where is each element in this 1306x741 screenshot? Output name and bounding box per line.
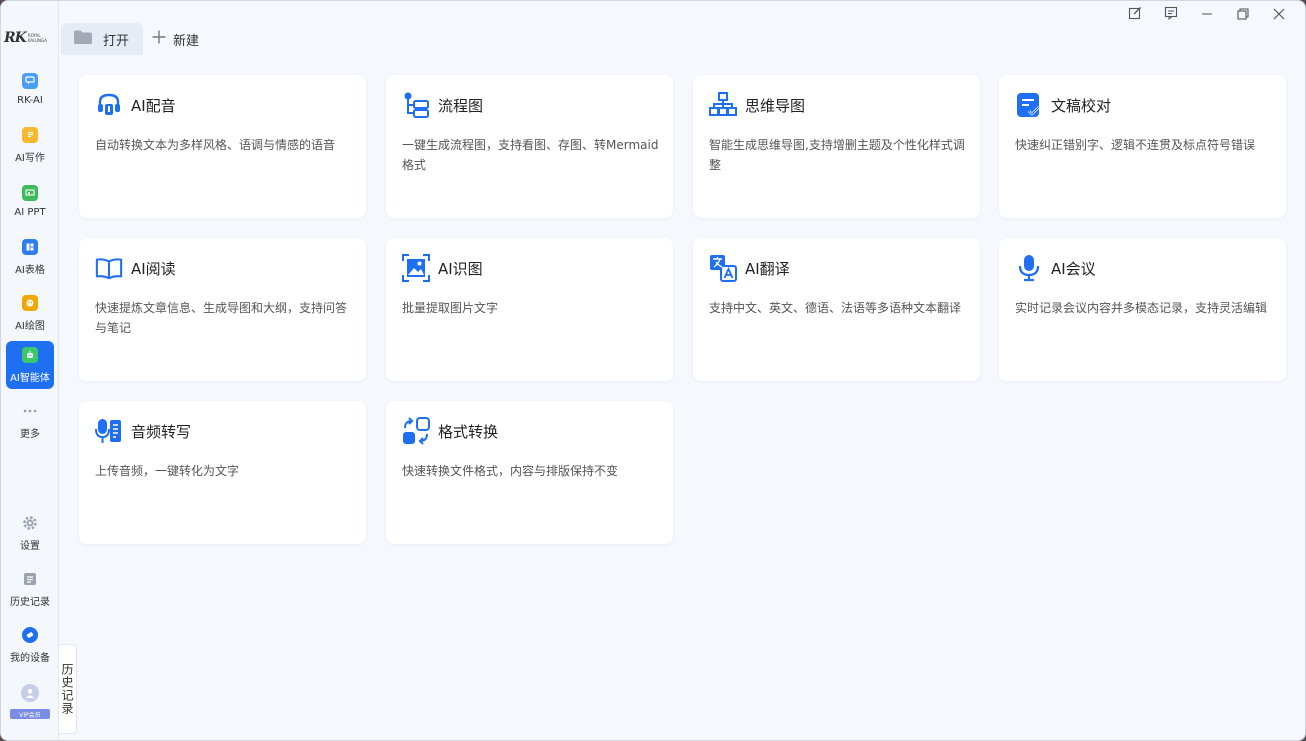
sidebar-item-label: 历史记录: [10, 596, 50, 608]
app-logo: RK ROYAL KALUNGA: [4, 29, 48, 47]
restore-icon: [1237, 5, 1249, 24]
card-description: 实时记录会议内容并多模态记录，支持灵活编辑: [1015, 301, 1268, 315]
sidebar-item-history[interactable]: 历史记录: [6, 565, 54, 613]
card-description: 自动转换文本为多样风格、语调与情感的语音: [95, 138, 336, 152]
sidebar-item-ai-writing[interactable]: AI写作: [6, 121, 54, 169]
sidebar-item-label: AI智能体: [10, 372, 50, 384]
sidebar-item-label: RK-AI: [17, 94, 43, 106]
avatar[interactable]: [21, 684, 39, 702]
chat-icon: [22, 72, 38, 89]
sidebar-item-ai-ppt[interactable]: AI PPT: [6, 177, 54, 225]
sidebar-item-rk-ai[interactable]: RK-AI: [6, 65, 54, 113]
audio-transcribe-icon: [95, 417, 123, 445]
card-image-recognition[interactable]: AI识图 批量提取图片文字: [386, 238, 673, 381]
card-title: 思维导图: [745, 97, 806, 115]
edit-icon: [1128, 5, 1142, 24]
device-icon: [22, 626, 38, 643]
card-flowchart[interactable]: 流程图 一键生成流程图，支持看图、存图、转Mermaid格式: [386, 75, 673, 218]
sidebar-item-label: AI写作: [15, 152, 45, 164]
presentation-icon: [22, 184, 38, 201]
card-description: 快速转换文件格式，内容与排版保持不变: [402, 464, 619, 478]
sidebar-item-ai-spreadsheet[interactable]: AI表格: [6, 233, 54, 281]
card-title: 格式转换: [438, 423, 499, 441]
card-title: AI配音: [131, 97, 176, 115]
robot-icon: [22, 346, 38, 363]
flowchart-icon: [402, 91, 430, 119]
spreadsheet-icon: [22, 238, 38, 255]
sidebar-item-settings[interactable]: 设置: [6, 509, 54, 557]
translate-icon: [709, 254, 737, 282]
card-ai-voice[interactable]: AI配音 自动转换文本为多样风格、语调与情感的语音: [79, 75, 366, 218]
sidebar-item-label: AI PPT: [14, 206, 46, 218]
card-title: 音频转写: [131, 423, 192, 441]
more-icon: [22, 403, 38, 419]
card-ai-meeting[interactable]: AI会议 实时记录会议内容并多模态记录，支持灵活编辑: [999, 238, 1286, 381]
card-title: 流程图: [438, 97, 484, 115]
close-button[interactable]: [1261, 3, 1297, 25]
format-convert-icon: [402, 417, 430, 445]
card-description: 一键生成流程图，支持看图、存图、转Mermaid格式: [402, 138, 659, 172]
card-ai-reading[interactable]: AI阅读 快速提炼文章信息、生成导图和大纲，支持问答与笔记: [79, 238, 366, 381]
feedback-icon: [1164, 5, 1178, 24]
vip-badge[interactable]: VIP会员: [10, 709, 50, 719]
sidebar-item-ai-drawing[interactable]: AI绘图: [6, 289, 54, 337]
feedback-button[interactable]: [1153, 3, 1189, 25]
card-title: AI阅读: [131, 260, 176, 278]
voice-icon: [95, 91, 123, 119]
card-mindmap[interactable]: 思维导图 智能生成思维导图,支持增删主题及个性化样式调整: [693, 75, 980, 218]
card-ai-translation[interactable]: AI翻译 支持中文、英文、德语、法语等多语种文本翻译: [693, 238, 980, 381]
card-title: 文稿校对: [1051, 97, 1112, 115]
gear-icon: [22, 515, 38, 531]
book-icon: [95, 254, 123, 282]
tab-new-label: 新建: [173, 33, 200, 49]
palette-icon: [22, 294, 38, 311]
card-format-conversion[interactable]: 格式转换 快速转换文件格式，内容与排版保持不变: [386, 401, 673, 544]
sidebar-item-my-devices[interactable]: 我的设备: [6, 621, 54, 669]
history-icon: [22, 571, 38, 587]
card-description: 批量提取图片文字: [402, 301, 499, 315]
logo-subtext: ROYAL KALUNGA: [27, 33, 47, 43]
card-description: 快速纠正错别字、逻辑不连贯及标点符号错误: [1015, 138, 1256, 152]
tab-open[interactable]: 打开: [61, 23, 143, 55]
document-icon: [22, 126, 38, 143]
card-description: 快速提炼文章信息、生成导图和大纲，支持问答与笔记: [95, 301, 348, 335]
restore-button[interactable]: [1225, 3, 1261, 25]
card-title: AI翻译: [745, 260, 790, 278]
card-description: 智能生成思维导图,支持增删主题及个性化样式调整: [709, 138, 965, 172]
card-title: AI会议: [1051, 260, 1096, 278]
sidebar-item-label: 设置: [20, 540, 40, 552]
sidebar-item-label: AI表格: [15, 264, 45, 276]
edit-button[interactable]: [1117, 3, 1153, 25]
sidebar: RK ROYAL KALUNGA RK-AI AI写作 AI PPT AI表格 …: [1, 1, 59, 740]
sidebar-item-more[interactable]: 更多: [6, 397, 54, 445]
image-scan-icon: [402, 254, 430, 282]
microphone-icon: [1015, 254, 1043, 282]
logo-text: RK: [4, 30, 27, 46]
sidebar-item-label: 我的设备: [10, 652, 50, 664]
card-proofreading[interactable]: 文稿校对 快速纠正错别字、逻辑不连贯及标点符号错误: [999, 75, 1286, 218]
sidebar-item-label: 更多: [20, 428, 40, 440]
window-controls: [1117, 3, 1297, 25]
sidebar-item-label: AI绘图: [15, 320, 45, 332]
minimize-button[interactable]: [1189, 3, 1225, 25]
history-side-tab[interactable]: 历史记录: [59, 644, 77, 734]
minimize-icon: [1201, 5, 1213, 24]
app-window: RK ROYAL KALUNGA RK-AI AI写作 AI PPT AI表格 …: [0, 0, 1306, 741]
close-icon: [1273, 5, 1285, 24]
tab-open-label: 打开: [103, 33, 130, 49]
card-description: 支持中文、英文、德语、法语等多语种文本翻译: [709, 301, 962, 315]
folder-icon: [73, 29, 93, 49]
proofread-icon: [1015, 91, 1043, 119]
sidebar-item-ai-agent[interactable]: AI智能体: [6, 341, 54, 389]
plus-icon: [151, 29, 167, 49]
card-title: AI识图: [438, 260, 483, 278]
card-audio-transcription[interactable]: 音频转写 上传音频，一键转化为文字: [79, 401, 366, 544]
tab-bar: 打开 新建: [59, 1, 1305, 55]
mindmap-icon: [709, 91, 737, 119]
card-description: 上传音频，一键转化为文字: [95, 464, 240, 478]
tab-new-button[interactable]: 新建: [151, 23, 199, 55]
